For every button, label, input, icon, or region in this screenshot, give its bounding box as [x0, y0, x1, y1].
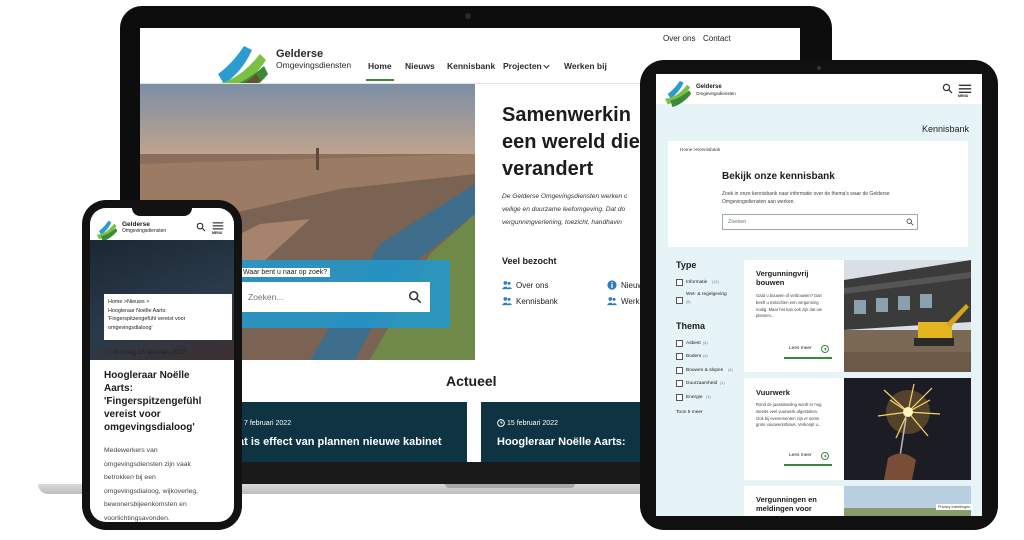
article-body: Medewerkers van omgevingsdiensten zijn v…: [104, 447, 199, 522]
brand-subtitle: Omgevingsdiensten: [122, 228, 167, 234]
people-icon: [502, 281, 512, 290]
search-icon[interactable]: [408, 290, 422, 304]
kb-card-title[interactable]: Vergunningen en meldingen voor: [756, 495, 846, 513]
breadcrumb[interactable]: Home >Nieuws > Hoogleraar Noëlle Aarts: …: [108, 298, 226, 332]
topnav-over-ons-link[interactable]: Over ons: [663, 34, 695, 43]
search-icon[interactable]: [196, 222, 206, 232]
brand-name: Gelderse: [276, 48, 324, 60]
filter-count: (12): [712, 280, 719, 284]
filter-theme-title: Thema: [676, 321, 706, 331]
news-section-title: Actueel: [446, 373, 497, 389]
nav-projecten[interactable]: Projecten: [503, 61, 542, 71]
nav-active-indicator: [366, 79, 394, 81]
kb-card-text: Rond de jaarwisseling wordt er nog steed…: [756, 402, 822, 428]
phone-screen: Gelderse Omgevingsdiensten MENU Home >Ni…: [90, 208, 234, 522]
kb-title: Bekijk onze kennisbank: [722, 171, 835, 182]
arrow-right-icon[interactable]: [821, 345, 829, 353]
search-icon[interactable]: [942, 83, 953, 94]
article-date: dinsdag 15 februari 2022: [113, 349, 186, 356]
filter-count: (4): [728, 368, 733, 372]
filter-label: Wet- & regelgeving: [686, 292, 727, 297]
brand-subtitle: Omgevingsdiensten: [696, 91, 736, 96]
sparkler-photo: [844, 378, 971, 480]
menu-label[interactable]: MENU: [212, 231, 222, 235]
clock-icon: [104, 349, 111, 356]
news-card-title[interactable]: at is effect van plannen nieuwe kabinet: [238, 436, 442, 448]
filter-label: Bouwen & slopen: [686, 368, 724, 373]
tablet-screen: Gelderse Omgevingsdiensten MENU Kennisba…: [656, 74, 982, 516]
news-card-title[interactable]: Hoogleraar Noëlle Aarts:: [497, 436, 626, 448]
filter-label: Energie: [686, 395, 703, 400]
privacy-settings-link[interactable]: Privacy instellingen: [936, 504, 973, 510]
breadcrumb[interactable]: Home >Kennisbank: [680, 147, 720, 152]
filter-show-more-link[interactable]: Toon 5 meer: [676, 410, 703, 415]
nav-home[interactable]: Home: [368, 61, 392, 71]
filter-checkbox[interactable]: [676, 297, 683, 304]
news-card-date: 7 februari 2022: [244, 420, 292, 427]
info-icon: [607, 280, 617, 290]
filter-label: Informatie: [686, 280, 708, 285]
people-icon: [502, 297, 512, 306]
news-card-date: 15 februari 2022: [507, 420, 558, 427]
news-strip-footer: [220, 462, 651, 484]
nav-nieuws[interactable]: Nieuws: [405, 61, 435, 71]
nav-werken-bij[interactable]: Werken bij: [564, 61, 607, 71]
filter-checkbox[interactable]: [676, 394, 683, 401]
nav-kennisbank[interactable]: Kennisbank: [447, 61, 495, 71]
tablet-camera: [817, 66, 821, 70]
news-card[interactable]: [481, 402, 651, 462]
chevron-down-icon: [543, 64, 550, 69]
filter-checkbox[interactable]: [676, 353, 683, 360]
filter-count: (4): [703, 341, 708, 345]
filter-count: (4): [703, 354, 708, 358]
kb-card-read-more[interactable]: Lees meer: [789, 453, 812, 458]
page-section-title: Kennisbank: [922, 124, 970, 134]
kb-card-title[interactable]: Vuurwerk: [756, 388, 846, 397]
kb-card-accent: [784, 464, 832, 466]
logo-mark[interactable]: [96, 220, 118, 242]
search-input[interactable]: [240, 282, 430, 312]
phone-notch: [132, 208, 192, 216]
visited-link-over-ons[interactable]: Over ons: [516, 281, 548, 290]
topnav-contact-link[interactable]: Contact: [703, 34, 731, 43]
visited-link-kennisbank[interactable]: Kennisbank: [516, 297, 558, 306]
filter-count: (1): [706, 395, 711, 399]
brand-name: Gelderse: [122, 221, 150, 228]
laptop-notch: [445, 484, 575, 488]
landscape-photo: [844, 486, 971, 516]
filter-checkbox[interactable]: [676, 340, 683, 347]
filter-label: Bodem: [686, 354, 702, 359]
kb-card-read-more[interactable]: Lees meer: [789, 346, 812, 351]
kb-description: Zoek in onze kennisbank naar informatie …: [722, 191, 890, 205]
kb-card-title[interactable]: Vergunningvrij bouwen: [756, 269, 846, 287]
kb-card-accent: [784, 357, 832, 359]
people-icon: [607, 297, 617, 306]
news-card[interactable]: [220, 402, 467, 462]
visited-link-werken[interactable]: Werk: [621, 297, 640, 306]
logo-mark[interactable]: [664, 80, 692, 108]
filter-label: Duurzaamheid: [686, 381, 718, 386]
clock-icon: [497, 419, 505, 427]
filter-count: (1): [720, 381, 725, 385]
article-title: Hoogleraar Noëlle Aarts: 'Fingerspitzeng…: [104, 370, 202, 433]
construction-photo: [844, 260, 971, 372]
filter-type-title: Type: [676, 260, 697, 270]
filter-checkbox[interactable]: [676, 380, 683, 387]
brand-name: Gelderse: [696, 84, 722, 90]
search-label: Waar bent u naar op zoek?: [240, 268, 331, 277]
kb-search-input[interactable]: [722, 214, 918, 230]
laptop-camera: [465, 13, 471, 19]
most-visited-title: Veel bezocht: [502, 256, 557, 266]
arrow-right-icon[interactable]: [821, 452, 829, 460]
filter-label: Asbest: [686, 341, 701, 346]
filter-checkbox[interactable]: [676, 279, 683, 286]
brand-subtitle: Omgevingsdiensten: [276, 60, 352, 70]
kb-card-text: Gaat u bouwen of verbouwen? Dan beeft u …: [756, 293, 822, 319]
search-icon[interactable]: [906, 218, 914, 226]
menu-label[interactable]: MENU: [958, 94, 968, 98]
filter-checkbox[interactable]: [676, 367, 683, 374]
filter-count: (5): [686, 300, 691, 304]
